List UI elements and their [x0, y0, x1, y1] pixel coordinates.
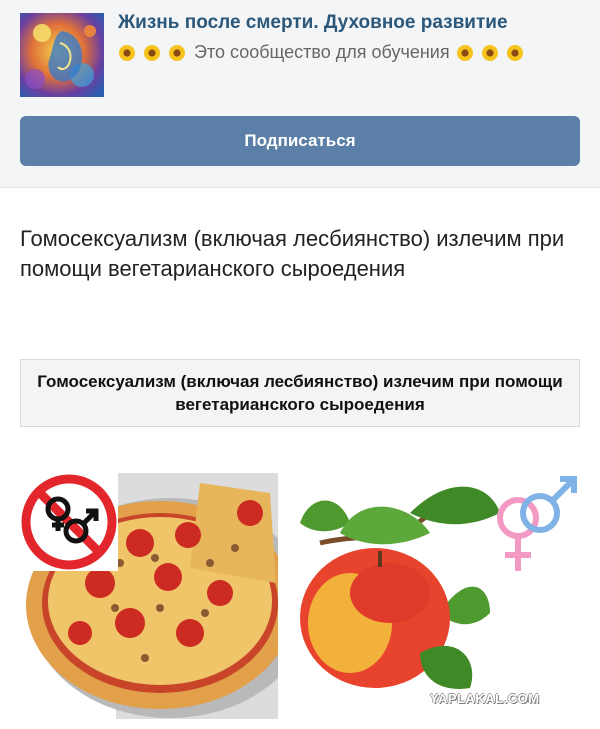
link-preview[interactable]: Гомосексуализм (включая лесбиянство) изл… — [20, 359, 580, 427]
community-title[interactable]: Жизнь после смерти. Духовное развитие — [118, 12, 508, 34]
divider — [0, 187, 600, 188]
sunflower-icon — [456, 44, 473, 61]
community-avatar[interactable] — [20, 13, 104, 97]
pizza-image[interactable] — [20, 473, 310, 719]
watermark: YAPLAKAL.COM — [430, 691, 540, 706]
community-description-text: Это сообщество для обучения — [194, 42, 450, 62]
community-header: Жизнь после смерти. Духовное развитие Эт… — [0, 0, 600, 188]
sunflower-icon — [169, 44, 185, 61]
subscribe-button[interactable]: Подписаться — [20, 116, 580, 166]
link-preview-title: Гомосексуализм (включая лесбиянство) изл… — [37, 372, 563, 414]
prohibited-sign-icon — [20, 473, 118, 571]
post-text: Гомосексуализм (включая лесбиянство) изл… — [20, 226, 565, 281]
sunflower-icon — [506, 44, 523, 61]
sunflower-icon — [481, 44, 498, 61]
apple-image[interactable] — [280, 473, 580, 719]
sunflower-icon — [144, 44, 160, 61]
community-description: Это сообщество для обучения — [118, 42, 531, 63]
sunflower-icon — [119, 44, 135, 61]
